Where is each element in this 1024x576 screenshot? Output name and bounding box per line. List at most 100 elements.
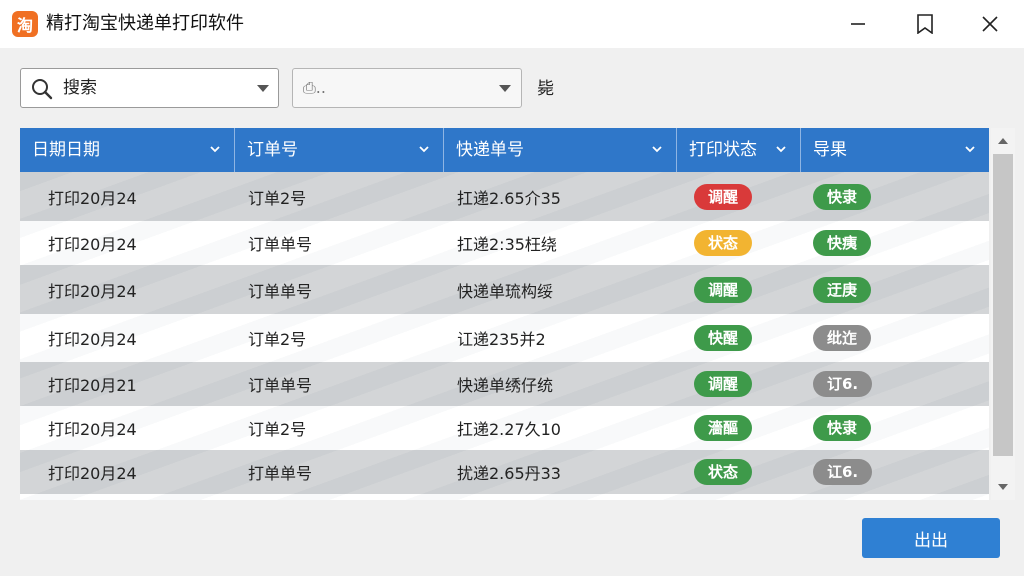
cell-date: 打印20月24 bbox=[48, 188, 137, 208]
column-header-label: 日期日期 bbox=[32, 140, 100, 160]
status-badge: 状态 bbox=[694, 230, 753, 256]
toolbar-label: 毙 bbox=[537, 79, 554, 99]
window-title: 精打淘宝快递单打印软件 bbox=[46, 13, 244, 34]
chevron-down-icon bbox=[965, 146, 975, 153]
search-icon bbox=[32, 79, 53, 100]
cell-result: 纰迮 bbox=[813, 314, 872, 362]
cell-date: 打印20月24 bbox=[48, 464, 137, 483]
cell-status: 濇醧 bbox=[694, 406, 753, 450]
table-header: 日期日期 订单号 快递单号 打印状态 导果 bbox=[20, 128, 989, 172]
chevron-down-icon bbox=[210, 146, 220, 153]
table-row[interactable]: 打印20月21 订单单号 快递单绣仔统 调醒 订6. bbox=[20, 362, 989, 406]
close-button[interactable] bbox=[968, 8, 1012, 40]
cell-order: 订单2号 bbox=[248, 330, 307, 349]
status-badge: 调醒 bbox=[694, 276, 753, 303]
cell-tracking: 扰递2.65丹33 bbox=[457, 464, 561, 483]
cell-order: 订单单号 bbox=[248, 494, 312, 500]
cell-status: 调醒 bbox=[694, 172, 753, 221]
table-row[interactable]: 打印20月24 订单单号 快递2.65介10 快醒 订6. bbox=[20, 494, 989, 500]
column-header-result[interactable]: 导果 bbox=[801, 128, 989, 172]
cell-tracking: 快递单琉构绥 bbox=[457, 281, 554, 301]
result-badge: 快隶 bbox=[813, 415, 872, 441]
cell-status: 调醒 bbox=[694, 265, 753, 314]
cell-status: 状态 bbox=[694, 221, 753, 265]
cell-status: 快醒 bbox=[694, 494, 752, 500]
cell-order: 订单2号 bbox=[248, 188, 307, 208]
column-header-label: 快递单号 bbox=[456, 140, 524, 160]
vertical-scrollbar[interactable] bbox=[991, 128, 1015, 500]
search-label: 搜索 bbox=[63, 78, 97, 98]
cell-status: 调醒 bbox=[694, 362, 753, 406]
search-dropdown[interactable]: 搜索 bbox=[20, 68, 279, 108]
cell-date: 打印20月24 bbox=[48, 494, 137, 500]
result-badge: 快隶 bbox=[813, 183, 872, 210]
cell-result: 快隶 bbox=[813, 172, 872, 221]
cell-order: 订单单号 bbox=[248, 376, 313, 395]
result-badge: 纰迮 bbox=[813, 325, 872, 351]
cell-result: 订6. bbox=[813, 494, 872, 500]
cell-date: 打印20月24 bbox=[48, 281, 137, 301]
filter-label: ⎙.. bbox=[303, 78, 326, 97]
scroll-down-icon[interactable] bbox=[998, 484, 1008, 490]
column-header-label: 打印状态 bbox=[689, 140, 757, 160]
table-row[interactable]: 打印20月24 订单单号 扛递2:35枉绕 状态 快痍 bbox=[20, 221, 989, 265]
column-header-tracking[interactable]: 快递单号 bbox=[444, 128, 677, 172]
cell-result: 快痍 bbox=[813, 221, 872, 265]
column-header-date[interactable]: 日期日期 bbox=[20, 128, 235, 172]
status-badge: 调醒 bbox=[694, 371, 753, 397]
cell-result: 订6. bbox=[813, 362, 873, 406]
title-bar: 淘 精打淘宝快递单打印软件 bbox=[0, 0, 1024, 48]
chevron-down-icon bbox=[257, 85, 269, 92]
scrollbar-thumb[interactable] bbox=[993, 154, 1013, 456]
column-header-label: 导果 bbox=[813, 140, 847, 160]
result-badge: 讧6. bbox=[813, 459, 873, 485]
maximize-button[interactable] bbox=[903, 8, 947, 40]
table-row[interactable]: 打印20月24 打单单号 扰递2.65丹33 状态 讧6. bbox=[20, 450, 989, 494]
filter-dropdown[interactable]: ⎙.. bbox=[292, 68, 522, 108]
cell-tracking: 扛递2.65介35 bbox=[457, 188, 561, 208]
chevron-down-icon bbox=[499, 85, 511, 92]
result-badge: 快痍 bbox=[813, 230, 872, 256]
cell-order: 订单2号 bbox=[248, 420, 307, 439]
status-badge: 调醒 bbox=[694, 183, 753, 210]
chevron-down-icon bbox=[652, 146, 662, 153]
cell-order: 订单单号 bbox=[248, 281, 313, 301]
cell-tracking: 快递单绣仔统 bbox=[457, 376, 554, 395]
chevron-down-icon bbox=[776, 146, 786, 153]
cell-date: 打印20月24 bbox=[48, 235, 137, 254]
cell-order: 订单单号 bbox=[248, 235, 313, 254]
column-header-status[interactable]: 打印状态 bbox=[677, 128, 801, 172]
cell-date: 打印20月24 bbox=[48, 330, 137, 349]
close-icon bbox=[982, 16, 998, 32]
status-badge: 濇醧 bbox=[694, 415, 753, 441]
cell-order: 打单单号 bbox=[248, 464, 313, 483]
result-badge: 订6. bbox=[813, 371, 873, 397]
cell-tracking: 扛递2.27久10 bbox=[457, 420, 561, 439]
table-row[interactable]: 打印20月24 订单2号 讧递235并2 快醒 纰迮 bbox=[20, 314, 989, 362]
exit-button[interactable]: 出出 bbox=[862, 518, 1000, 558]
table-row[interactable]: 打印20月24 订单2号 扛递2.27久10 濇醧 快隶 bbox=[20, 406, 989, 450]
cell-date: 打印20月24 bbox=[48, 420, 137, 439]
cell-tracking: 讧递235并2 bbox=[457, 330, 546, 349]
chevron-down-icon bbox=[419, 146, 429, 153]
status-badge: 快醒 bbox=[694, 325, 753, 351]
result-badge: 迂庚 bbox=[813, 276, 872, 303]
orders-table: 日期日期 订单号 快递单号 打印状态 导果 打印20月24 订单2号 扛递2.65介… bbox=[20, 128, 989, 500]
cell-status: 快醒 bbox=[694, 314, 753, 362]
scroll-up-icon[interactable] bbox=[998, 138, 1008, 144]
footer-bar: 出出 bbox=[0, 502, 1024, 576]
table-row[interactable]: 打印20月24 订单单号 快递单琉构绥 调醒 迂庚 bbox=[20, 265, 989, 314]
cell-date: 打印20月21 bbox=[48, 376, 137, 395]
table-row[interactable]: 打印20月24 订单2号 扛递2.65介35 调醒 快隶 bbox=[20, 172, 989, 221]
cell-tracking: 扛递2:35枉绕 bbox=[457, 235, 557, 254]
minimize-button[interactable] bbox=[836, 8, 880, 40]
cell-result: 讧6. bbox=[813, 450, 873, 494]
cell-result: 迂庚 bbox=[813, 265, 872, 314]
cell-result: 快隶 bbox=[813, 406, 872, 450]
minimize-icon bbox=[851, 23, 865, 25]
status-badge: 状态 bbox=[694, 459, 753, 485]
column-header-order[interactable]: 订单号 bbox=[235, 128, 444, 172]
column-header-label: 订单号 bbox=[247, 140, 298, 160]
cell-tracking: 快递2.65介10 bbox=[457, 494, 561, 500]
app-logo-icon: 淘 bbox=[12, 11, 38, 37]
